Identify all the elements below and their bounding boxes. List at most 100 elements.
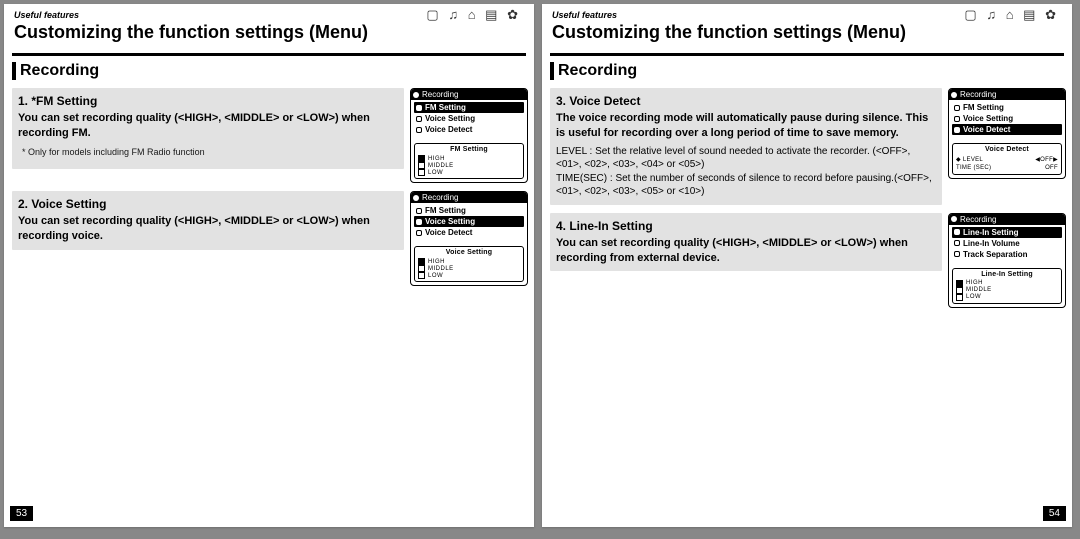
- lcd-option[interactable]: LOW: [418, 272, 520, 279]
- lcd-option[interactable]: MIDDLE: [418, 162, 520, 169]
- desc-band: 1. *FM Setting You can set recording qua…: [12, 88, 404, 169]
- block-desc: 2. Voice Setting You can set recording q…: [12, 191, 410, 250]
- setting-block-voice-detect: 3. Voice Detect The voice recording mode…: [550, 88, 1064, 205]
- lcd: Recording FM Setting Voice Setting Voice…: [410, 191, 528, 286]
- lcd-sub-title: Line-In Setting: [956, 271, 1058, 278]
- lcd-sub-title: Voice Detect: [956, 146, 1058, 153]
- lcd-preview: Recording FM Setting Voice Setting Voice…: [410, 191, 526, 286]
- desc-band: 3. Voice Detect The voice recording mode…: [550, 88, 942, 205]
- section-bar: Recording: [550, 53, 1064, 80]
- record-dot-icon: [413, 92, 419, 98]
- lcd-item[interactable]: Voice Detect: [414, 124, 524, 135]
- lcd-option[interactable]: HIGH: [418, 155, 520, 162]
- block-text: You can set recording quality (<HIGH>, <…: [18, 214, 398, 244]
- lcd-option[interactable]: HIGH: [418, 258, 520, 265]
- lcd-title: Recording: [422, 193, 458, 202]
- folder-icon: ▢: [426, 7, 440, 22]
- desc-band: 4. Line-In Setting You can set recording…: [550, 213, 942, 272]
- lcd-submenu: Voice Detect ◆ LEVEL◀OFF▶ TIME (SEC)OFF: [952, 143, 1062, 175]
- lcd-preview: Recording FM Setting Voice Setting Voice…: [948, 88, 1064, 179]
- setting-block-voice: 2. Voice Setting You can set recording q…: [12, 191, 526, 286]
- lcd-title: Recording: [422, 90, 458, 99]
- section-title: Recording: [550, 62, 1064, 80]
- page-left: Useful features ▢ ♫ ⌂ ▤ ✿ Customizing th…: [4, 4, 534, 527]
- lcd-item[interactable]: Line-In Setting: [952, 227, 1062, 238]
- lcd-menu: Line-In Setting Line-In Volume Track Sep…: [949, 225, 1065, 266]
- lcd-item[interactable]: Line-In Volume: [952, 238, 1062, 249]
- lcd-item[interactable]: Voice Setting: [414, 216, 524, 227]
- record-dot-icon: [951, 92, 957, 98]
- header-icons: ▢ ♫ ⌂ ▤ ✿: [962, 7, 1058, 23]
- lcd-option[interactable]: HIGH: [956, 280, 1058, 287]
- lcd-menu: FM Setting Voice Setting Voice Detect: [411, 100, 527, 141]
- gear-icon: ✿: [1045, 7, 1058, 22]
- lcd: Recording FM Setting Voice Setting Voice…: [410, 88, 528, 183]
- block-heading: 1. *FM Setting: [18, 94, 398, 108]
- lcd-item[interactable]: Track Separation: [952, 249, 1062, 260]
- page-number: 54: [1043, 506, 1066, 521]
- page-header: Useful features ▢ ♫ ⌂ ▤ ✿ Customizing th…: [4, 4, 534, 43]
- lcd-item[interactable]: FM Setting: [414, 102, 524, 113]
- lcd-submenu: Line-In Setting HIGH MIDDLE LOW: [952, 268, 1062, 304]
- lcd-option[interactable]: LOW: [956, 294, 1058, 301]
- gear-icon: ✿: [507, 7, 520, 22]
- lcd-sub-title: FM Setting: [418, 146, 520, 153]
- music-icon: ♫: [448, 7, 460, 22]
- block-footnote: * Only for models including FM Radio fun…: [22, 147, 394, 157]
- lcd: Recording Line-In Setting Line-In Volume…: [948, 213, 1066, 308]
- lcd-option[interactable]: MIDDLE: [956, 287, 1058, 294]
- lcd-item[interactable]: Voice Setting: [952, 113, 1062, 124]
- setting-block-fm: 1. *FM Setting You can set recording qua…: [12, 88, 526, 183]
- lcd-head: Recording: [411, 89, 527, 100]
- block-heading: 3. Voice Detect: [556, 94, 936, 108]
- block-subtext: LEVEL : Set the relative level of sound …: [556, 145, 936, 199]
- list-icon: ▤: [1023, 7, 1037, 22]
- lcd-menu: FM Setting Voice Setting Voice Detect: [949, 100, 1065, 141]
- lcd-sub-title: Voice Setting: [418, 249, 520, 256]
- lcd-item[interactable]: Voice Detect: [952, 124, 1062, 135]
- block-desc: 3. Voice Detect The voice recording mode…: [550, 88, 948, 205]
- lcd-detect-row[interactable]: ◆ LEVEL◀OFF▶: [956, 155, 1058, 164]
- section-title: Recording: [12, 62, 526, 80]
- folder-icon: ▢: [964, 7, 978, 22]
- page-header: Useful features ▢ ♫ ⌂ ▤ ✿ Customizing th…: [542, 4, 1072, 43]
- list-icon: ▤: [485, 7, 499, 22]
- music-icon: ♫: [986, 7, 998, 22]
- lcd-title: Recording: [960, 215, 996, 224]
- lcd-option[interactable]: LOW: [418, 169, 520, 176]
- record-dot-icon: [413, 195, 419, 201]
- page-right: Useful features ▢ ♫ ⌂ ▤ ✿ Customizing th…: [542, 4, 1072, 527]
- lcd-preview: Recording FM Setting Voice Setting Voice…: [410, 88, 526, 183]
- manual-spread: Useful features ▢ ♫ ⌂ ▤ ✿ Customizing th…: [0, 0, 1080, 539]
- lcd-item[interactable]: Voice Detect: [414, 227, 524, 238]
- lcd-preview: Recording Line-In Setting Line-In Volume…: [948, 213, 1064, 308]
- setting-block-linein: 4. Line-In Setting You can set recording…: [550, 213, 1064, 308]
- block-text: You can set recording quality (<HIGH>, <…: [18, 111, 398, 141]
- lcd-submenu: Voice Setting HIGH MIDDLE LOW: [414, 246, 524, 282]
- page-title: Customizing the function settings (Menu): [14, 22, 524, 43]
- page-title: Customizing the function settings (Menu): [552, 22, 1062, 43]
- lcd-title: Recording: [960, 90, 996, 99]
- section-bar: Recording: [12, 53, 526, 80]
- lcd: Recording FM Setting Voice Setting Voice…: [948, 88, 1066, 179]
- lcd-detect-row[interactable]: TIME (SEC)OFF: [956, 164, 1058, 172]
- block-text: The voice recording mode will automatica…: [556, 111, 936, 141]
- lcd-option[interactable]: MIDDLE: [418, 265, 520, 272]
- lcd-submenu: FM Setting HIGH MIDDLE LOW: [414, 143, 524, 179]
- lcd-head: Recording: [411, 192, 527, 203]
- lcd-item[interactable]: Voice Setting: [414, 113, 524, 124]
- header-icons: ▢ ♫ ⌂ ▤ ✿: [424, 7, 520, 23]
- record-dot-icon: [951, 216, 957, 222]
- desc-band: 2. Voice Setting You can set recording q…: [12, 191, 404, 250]
- lcd-item[interactable]: FM Setting: [952, 102, 1062, 113]
- house-icon: ⌂: [1006, 7, 1016, 22]
- block-heading: 4. Line-In Setting: [556, 219, 936, 233]
- block-text: You can set recording quality (<HIGH>, <…: [556, 236, 936, 266]
- block-desc: 4. Line-In Setting You can set recording…: [550, 213, 948, 272]
- page-number: 53: [10, 506, 33, 521]
- house-icon: ⌂: [468, 7, 478, 22]
- lcd-item[interactable]: FM Setting: [414, 205, 524, 216]
- lcd-head: Recording: [949, 89, 1065, 100]
- block-heading: 2. Voice Setting: [18, 197, 398, 211]
- lcd-menu: FM Setting Voice Setting Voice Detect: [411, 203, 527, 244]
